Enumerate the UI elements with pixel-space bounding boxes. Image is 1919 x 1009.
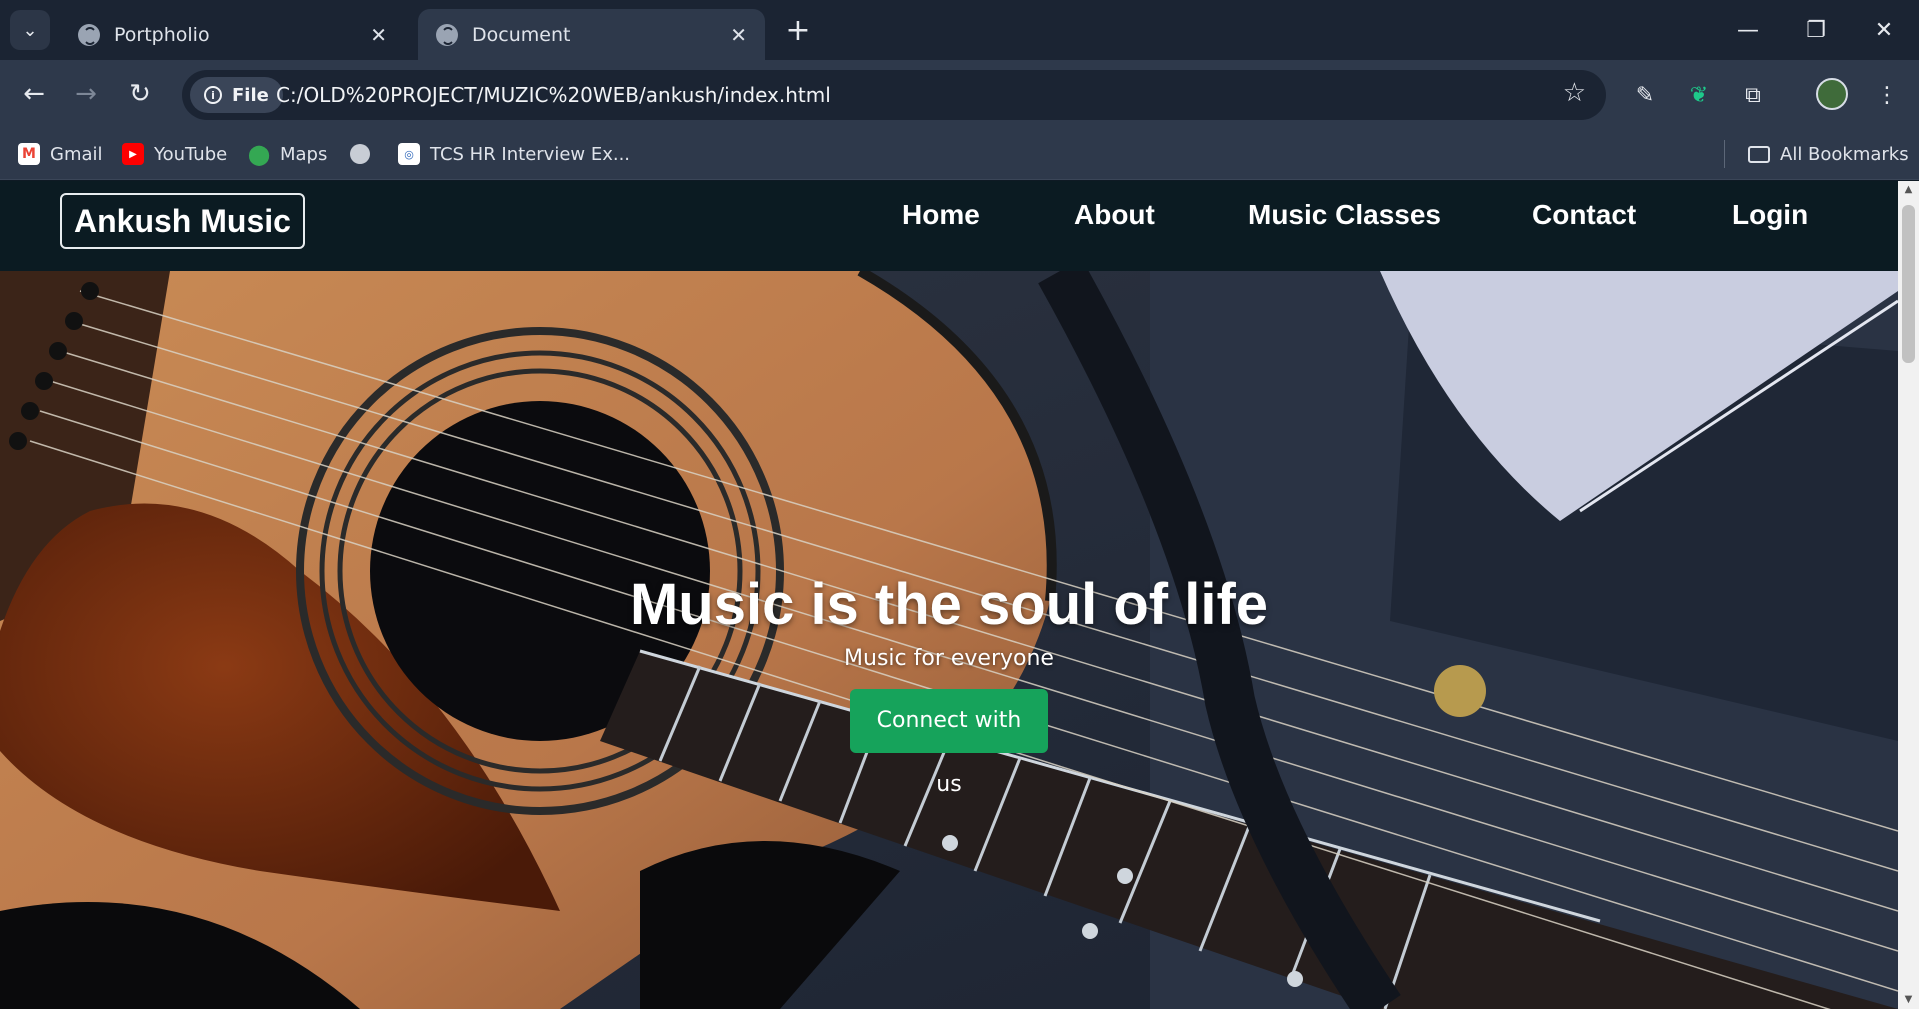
- tab-title: Portpholio: [114, 23, 210, 46]
- bookmark-maps[interactable]: ⬤ Maps: [247, 140, 328, 168]
- nav-login[interactable]: Login: [1732, 199, 1808, 231]
- site-navbar: Ankush Music Home About Music Classes Co…: [0, 181, 1898, 271]
- reload-button[interactable]: ↻: [120, 74, 160, 114]
- bookmark-label: Gmail: [50, 143, 103, 165]
- forward-button[interactable]: →: [66, 74, 106, 114]
- arrow-right-icon: →: [75, 79, 97, 109]
- close-window-button[interactable]: ✕: [1854, 8, 1914, 52]
- chevron-down-icon: ⌄: [22, 19, 38, 41]
- extensions-puzzle-icon[interactable]: ⧉: [1736, 78, 1770, 112]
- web-page: Ankush Music Home About Music Classes Co…: [0, 181, 1898, 1009]
- globe-icon: [78, 23, 100, 46]
- page-scrollbar[interactable]: ▲ ▼: [1898, 181, 1919, 1009]
- arrow-left-icon: ←: [23, 79, 45, 109]
- nav-music-classes[interactable]: Music Classes: [1248, 199, 1441, 231]
- bookmark-star-icon[interactable]: ☆: [1563, 78, 1586, 108]
- bookmark-gmail[interactable]: M Gmail: [18, 140, 103, 168]
- tab-portpholio[interactable]: Portpholio ✕: [60, 9, 405, 60]
- close-icon[interactable]: ✕: [730, 23, 747, 47]
- tab-search-button[interactable]: ⌄: [10, 10, 50, 50]
- url-text[interactable]: C:/OLD%20PROJECT/MUZIC%20WEB/ankush/inde…: [276, 70, 831, 120]
- close-icon: ✕: [1874, 17, 1894, 43]
- bookmark-tcs[interactable]: ◎ TCS HR Interview Ex...: [398, 140, 630, 168]
- nav-home[interactable]: Home: [902, 199, 980, 231]
- folder-icon: [1748, 145, 1770, 163]
- plus-icon: +: [785, 12, 811, 48]
- minimize-button[interactable]: —: [1718, 8, 1778, 52]
- site-brand[interactable]: Ankush Music: [60, 193, 305, 249]
- scroll-up-icon[interactable]: ▲: [1898, 181, 1919, 199]
- bookmark-globe[interactable]: [350, 140, 380, 168]
- gmail-icon: M: [18, 143, 40, 165]
- site-info-chip[interactable]: i File: [190, 77, 283, 113]
- more-menu-icon[interactable]: ⋮: [1870, 78, 1904, 112]
- leaf-extension-icon[interactable]: ❦: [1682, 78, 1716, 112]
- address-bar[interactable]: i File C:/OLD%20PROJECT/MUZIC%20WEB/anku…: [182, 70, 1606, 120]
- pen-icon[interactable]: ✎: [1628, 78, 1662, 112]
- tab-title: Document: [472, 23, 571, 46]
- hero-title: Music is the soul of life: [629, 572, 1269, 637]
- hero-section: Music is the soul of life Music for ever…: [0, 271, 1898, 1009]
- bookmarks-bar: M Gmail ▶ YouTube ⬤ Maps ◎ TCS HR Interv…: [0, 128, 1919, 180]
- scroll-down-icon[interactable]: ▼: [1898, 991, 1919, 1009]
- tcs-icon: ◎: [398, 143, 420, 165]
- tab-document[interactable]: Document ✕: [418, 9, 765, 60]
- restore-icon: ❐: [1806, 17, 1826, 43]
- bookmark-label: YouTube: [154, 143, 228, 165]
- minimize-icon: —: [1737, 17, 1759, 43]
- all-bookmarks-label: All Bookmarks: [1780, 143, 1909, 165]
- avatar[interactable]: [1816, 78, 1848, 110]
- globe-icon: [436, 23, 458, 46]
- back-button[interactable]: ←: [14, 74, 54, 114]
- hero-content: Music is the soul of life Music for ever…: [0, 571, 1898, 797]
- new-tab-button[interactable]: +: [780, 12, 816, 48]
- globe-icon: [350, 144, 370, 164]
- connect-button[interactable]: Connect with us: [850, 689, 1048, 797]
- browser-toolbar: ← → ↻ i File C:/OLD%20PROJECT/MUZIC%20WE…: [0, 60, 1919, 128]
- bookmark-label: Maps: [280, 143, 328, 165]
- bookmarks-separator: [1724, 140, 1725, 168]
- nav-about[interactable]: About: [1074, 199, 1155, 231]
- scrollbar-thumb[interactable]: [1902, 205, 1915, 363]
- site-info-label: File: [232, 84, 269, 106]
- info-icon: i: [204, 86, 222, 104]
- close-icon[interactable]: ✕: [370, 23, 387, 47]
- reload-icon: ↻: [129, 79, 151, 109]
- bookmark-youtube[interactable]: ▶ YouTube: [122, 140, 227, 168]
- maps-icon: ⬤: [247, 142, 271, 166]
- tab-strip: ⌄ Portpholio ✕ Document ✕ + — ❐ ✕: [0, 0, 1919, 60]
- all-bookmarks[interactable]: All Bookmarks: [1748, 140, 1909, 168]
- youtube-icon: ▶: [122, 143, 144, 165]
- hero-subtitle: Music for everyone: [844, 646, 1054, 671]
- restore-button[interactable]: ❐: [1786, 8, 1846, 52]
- nav-contact[interactable]: Contact: [1532, 199, 1636, 231]
- bookmark-label: TCS HR Interview Ex...: [430, 143, 631, 165]
